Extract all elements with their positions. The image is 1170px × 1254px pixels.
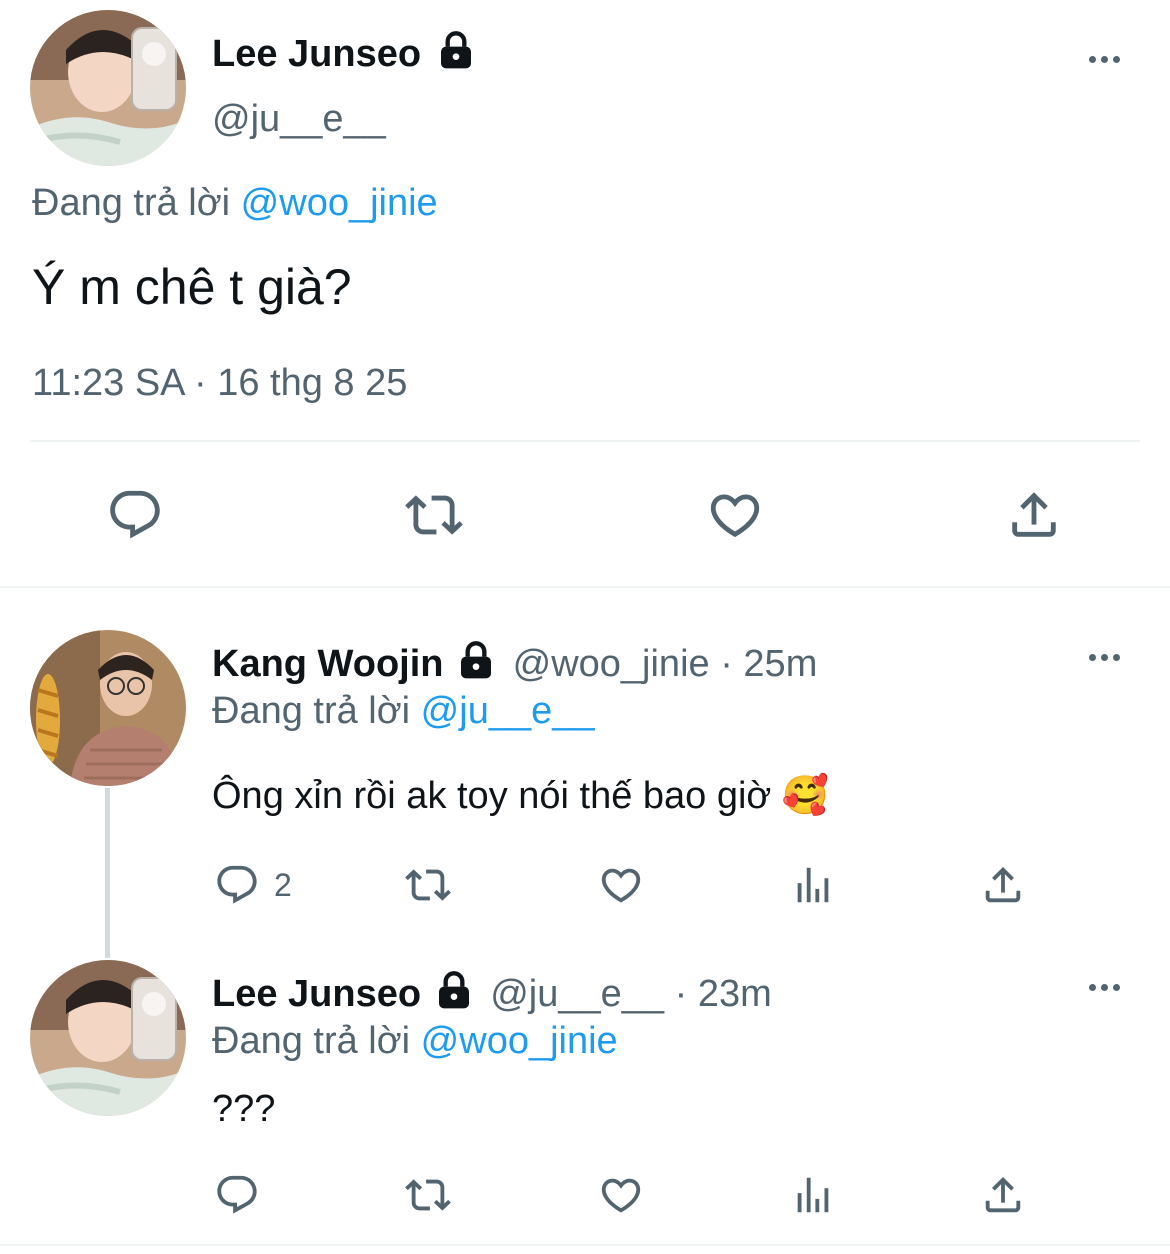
replying-prefix: Đang trả lời (32, 182, 231, 224)
tweet-timestamp[interactable]: 11:23 SA · 16 thg 8 25 (32, 362, 407, 405)
share-icon (985, 866, 1021, 903)
replying-to-link[interactable]: @ju__e__ (421, 690, 595, 732)
retweet-button[interactable] (400, 862, 456, 908)
author-name[interactable]: Lee Junseo (212, 33, 421, 75)
avatar[interactable] (30, 10, 186, 166)
like-icon (710, 494, 760, 538)
reply-icon (110, 490, 160, 539)
lock-icon (438, 971, 469, 1009)
lock-icon (461, 641, 492, 679)
share-icon (985, 1176, 1021, 1213)
author-name[interactable]: Kang Woojin (212, 643, 444, 685)
reply-button[interactable] (106, 486, 164, 544)
author-line: Lee Junseo (212, 30, 476, 76)
author-handle[interactable]: @woo_jinie (513, 643, 710, 685)
author-line: Lee Junseo @ju__e__ · 23m (212, 970, 772, 1016)
retweet-icon (405, 1179, 451, 1211)
bottom-divider (0, 1244, 1170, 1246)
like-icon (601, 1178, 641, 1213)
reply-count: 2 (274, 866, 292, 903)
author-handle[interactable]: @ju__e__ (212, 98, 386, 141)
share-button[interactable] (1005, 486, 1063, 544)
relative-time[interactable]: 25m (743, 643, 817, 685)
author-handle[interactable]: @ju__e__ (490, 973, 664, 1015)
divider (30, 440, 1140, 442)
reply-icon (217, 865, 257, 904)
like-icon (601, 868, 641, 903)
views-button[interactable] (790, 862, 836, 908)
tweet-text: ??? (212, 1088, 276, 1130)
tweet-text: Ý m chê t già? (32, 259, 352, 315)
replying-to-link[interactable]: @woo_jinie (241, 182, 438, 224)
tweet-text: Ông xỉn rồi ak toy nói thế bao giờ (212, 775, 772, 817)
share-button[interactable] (980, 1172, 1026, 1218)
like-button[interactable] (597, 862, 645, 908)
more-dots-icon[interactable] (1089, 984, 1120, 991)
like-button[interactable] (705, 486, 765, 544)
retweet-icon (405, 869, 451, 901)
reply-icon (217, 1175, 257, 1214)
separator-dot: · (674, 973, 688, 1015)
reply-button[interactable]: 2 (214, 862, 292, 908)
more-dots-icon[interactable] (1089, 56, 1120, 63)
views-icon (797, 1177, 829, 1213)
author-line: Kang Woojin @woo_jinie · 25m (212, 640, 817, 686)
tweet-text-line: Ông xỉn rồi ak toy nói thế bao giờ 🥰 (212, 774, 829, 818)
replying-to-line: Đang trả lời @woo_jinie (212, 1020, 618, 1063)
replying-to-link[interactable]: @woo_jinie (421, 1020, 618, 1062)
separator-dot: · (720, 643, 733, 685)
author-name[interactable]: Lee Junseo (212, 973, 421, 1015)
views-icon (797, 867, 829, 903)
views-button[interactable] (790, 1172, 836, 1218)
share-button[interactable] (980, 862, 1026, 908)
avatar[interactable] (30, 960, 186, 1116)
avatar[interactable] (30, 630, 186, 786)
share-icon (1012, 492, 1056, 537)
lock-icon (440, 31, 471, 69)
like-button[interactable] (597, 1172, 645, 1218)
reply-button[interactable] (214, 1172, 274, 1218)
replying-to-line: Đang trả lời @woo_jinie (32, 182, 438, 225)
section-divider (0, 586, 1170, 588)
retweet-button[interactable] (400, 1172, 456, 1218)
thread-connector-line (105, 788, 110, 958)
emoji: 🥰 (781, 775, 830, 817)
retweet-button[interactable] (401, 486, 467, 544)
more-dots-icon[interactable] (1089, 654, 1120, 661)
replying-prefix: Đang trả lời (212, 1020, 411, 1062)
replying-to-line: Đang trả lời @ju__e__ (212, 690, 595, 733)
relative-time[interactable]: 23m (698, 973, 772, 1015)
retweet-icon (405, 495, 463, 535)
replying-prefix: Đang trả lời (212, 690, 411, 732)
